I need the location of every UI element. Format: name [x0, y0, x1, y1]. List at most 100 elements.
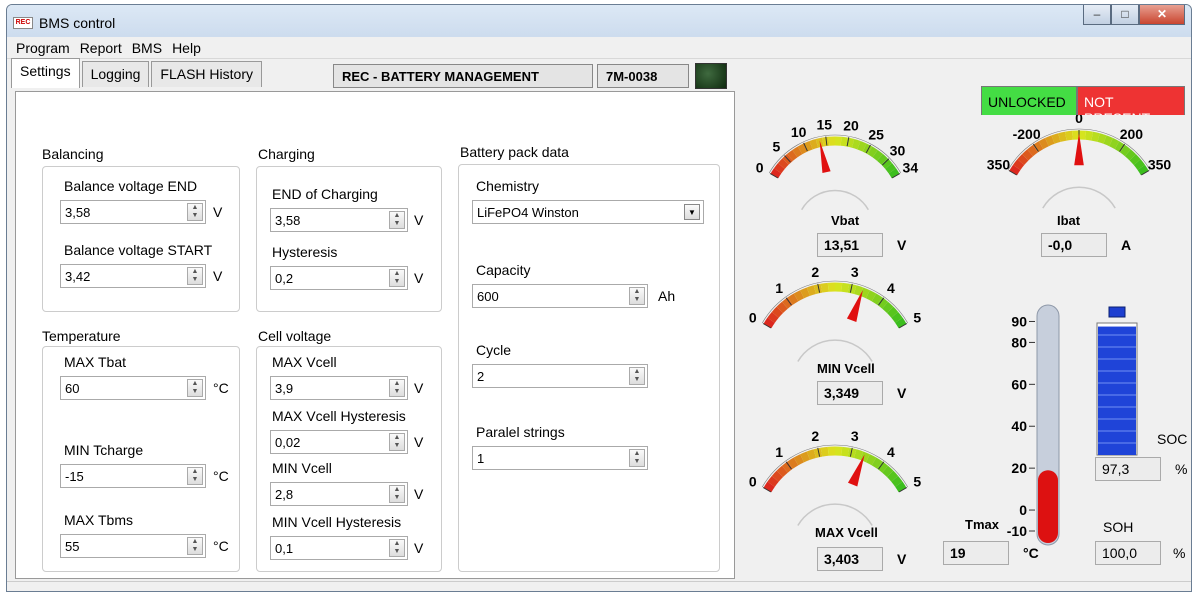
max-tbat-unit: °C [213, 380, 229, 396]
close-icon[interactable]: ✕ [1139, 5, 1185, 25]
charge-hyst-value: 0,2 [275, 271, 294, 286]
pack-title: Battery pack data [460, 144, 569, 160]
ibat-arc-segment [1065, 130, 1073, 141]
vbat-tick-label: 30 [890, 142, 906, 158]
strings-input[interactable]: 1 ▲ ▼ [472, 446, 648, 470]
thermometer-tick-label: 0 [1019, 502, 1027, 518]
min-tcharge-input[interactable]: -15 ▲ ▼ [60, 464, 206, 488]
balance-end-label: Balance voltage END [64, 178, 198, 194]
app-logo-icon: REC [13, 17, 33, 29]
spin-arrows-icon[interactable]: ▲ ▼ [389, 211, 405, 229]
max_vcell-arc-segment [895, 481, 907, 493]
max_vcell-tick-label: 4 [887, 444, 895, 460]
min-vcell-hyst-input[interactable]: 0,1 ▲ ▼ [270, 536, 408, 560]
spin-arrows-icon[interactable]: ▲ ▼ [389, 379, 405, 397]
min_vcell-arc-segment [800, 287, 810, 299]
vbat-arc-segment [872, 149, 883, 161]
spin-arrows-icon[interactable]: ▲ ▼ [629, 367, 645, 385]
vbat-readout: 13,51 [817, 233, 883, 257]
charge-end-value: 3,58 [275, 213, 301, 228]
min-vcell-input[interactable]: 2,8 ▲ ▼ [270, 482, 408, 506]
ibat-label: Ibat [1057, 213, 1081, 228]
capacity-input[interactable]: 600 ▲ ▼ [472, 284, 648, 308]
presence-status-badge: NOT PRESENT [1077, 86, 1185, 126]
max-vcell-hyst-input[interactable]: 0,02 ▲ ▼ [270, 430, 408, 454]
max_vcell-arc-segment [820, 446, 829, 457]
max-vcell-input[interactable]: 3,9 ▲ ▼ [270, 376, 408, 400]
tab-logging[interactable]: Logging [81, 61, 150, 87]
min_vcell-arc-segment [813, 283, 823, 295]
spin-arrows-icon[interactable]: ▲ ▼ [389, 539, 405, 557]
min-vcell-hyst-unit: V [414, 540, 424, 556]
charge-hyst-input[interactable]: 0,2 ▲ ▼ [270, 266, 408, 290]
spin-arrows-icon[interactable]: ▲ ▼ [187, 379, 203, 397]
balance-end-input[interactable]: 3,58 ▲ ▼ [60, 200, 206, 224]
min-tcharge-unit: °C [213, 468, 229, 484]
thermometer-tick-label: -10 [1007, 523, 1027, 539]
menu-program[interactable]: Program [11, 37, 75, 58]
thermometer-tick-label: 20 [1011, 460, 1027, 476]
ibat-arc-segment [1009, 164, 1021, 176]
spin-arrows-icon[interactable]: ▲ ▼ [187, 267, 203, 285]
max-tbat-input[interactable]: 60 ▲ ▼ [60, 376, 206, 400]
spin-arrows-icon[interactable]: ▲ ▼ [629, 287, 645, 305]
charge-hyst-unit: V [414, 270, 424, 286]
vbat-pedestal [801, 189, 869, 211]
spin-arrows-icon[interactable]: ▲ ▼ [629, 449, 645, 467]
menu-bms[interactable]: BMS [127, 37, 167, 58]
ibat-pedestal [1042, 186, 1116, 209]
vbat-tick-label: 10 [791, 124, 807, 140]
soh-label: SOH [1103, 519, 1134, 535]
max_vcell-arc-segment [841, 446, 850, 457]
min_vcell-arc-segment [886, 306, 899, 318]
soh-readout: 100,0 [1095, 541, 1161, 565]
min_vcell-arc-segment [891, 311, 903, 323]
soc-battery-cap [1108, 306, 1126, 318]
ibat-arc-segment [1085, 130, 1093, 141]
min_vcell-pedestal [797, 339, 873, 362]
min_vcell-tick-label: 3 [851, 264, 859, 280]
max-vcell-hyst-label: MAX Vcell Hysteresis [272, 408, 406, 424]
max_vcell-arc-segment [860, 451, 870, 463]
tab-flash-history[interactable]: FLASH History [151, 61, 262, 87]
max-vcell-hyst-unit: V [414, 434, 424, 450]
spin-arrows-icon[interactable]: ▲ ▼ [389, 433, 405, 451]
vbat-tick-label: 34 [903, 160, 919, 176]
vbat-arc-segment [851, 139, 861, 150]
spin-arrows-icon[interactable]: ▲ ▼ [187, 537, 203, 555]
chemistry-select[interactable]: LiFePO4 Winston ▼ [472, 200, 704, 224]
maximize-icon[interactable]: □ [1111, 5, 1139, 25]
menu-report[interactable]: Report [75, 37, 127, 58]
spin-arrows-icon[interactable]: ▲ ▼ [187, 467, 203, 485]
chevron-down-icon[interactable]: ▼ [684, 204, 700, 220]
temperature-title: Temperature [42, 328, 121, 344]
ibat-arc-segment [1129, 154, 1141, 166]
spin-arrows-icon[interactable]: ▲ ▼ [187, 203, 203, 221]
vbat-arc-segment [885, 163, 897, 174]
max-tbms-input[interactable]: 55 ▲ ▼ [60, 534, 206, 558]
charge-end-input[interactable]: 3,58 ▲ ▼ [270, 208, 408, 232]
balance-start-input[interactable]: 3,42 ▲ ▼ [60, 264, 206, 288]
minimize-icon[interactable]: – [1083, 5, 1111, 25]
ibat-tick-label: 0 [1075, 115, 1083, 126]
max_vcell-arc-segment [871, 457, 883, 469]
max_vcell-arc-segment [793, 454, 804, 466]
vbat-arc-segment [777, 158, 789, 169]
capacity-unit: Ah [658, 288, 676, 304]
max_vcell-needle [847, 454, 865, 487]
vbat-arc-segment [773, 163, 785, 174]
spin-arrows-icon[interactable]: ▲ ▼ [389, 485, 405, 503]
ibat-arc-segment [1124, 149, 1136, 161]
spin-arrows-icon[interactable]: ▲ ▼ [389, 269, 405, 287]
vbat-arc-segment [822, 136, 830, 147]
menu-help[interactable]: Help [167, 37, 206, 58]
chemistry-label: Chemistry [476, 178, 540, 194]
vbat-tick-label: 5 [772, 139, 780, 155]
vbat-arc-segment [787, 149, 798, 161]
charging-title: Charging [258, 146, 315, 162]
tab-settings[interactable]: Settings [11, 58, 80, 88]
max_vcell-tick-label: 0 [749, 474, 757, 490]
soc-readout: 97,3 [1095, 457, 1161, 481]
cycle-input[interactable]: 2 ▲ ▼ [472, 364, 648, 388]
balance-end-unit: V [213, 204, 223, 220]
